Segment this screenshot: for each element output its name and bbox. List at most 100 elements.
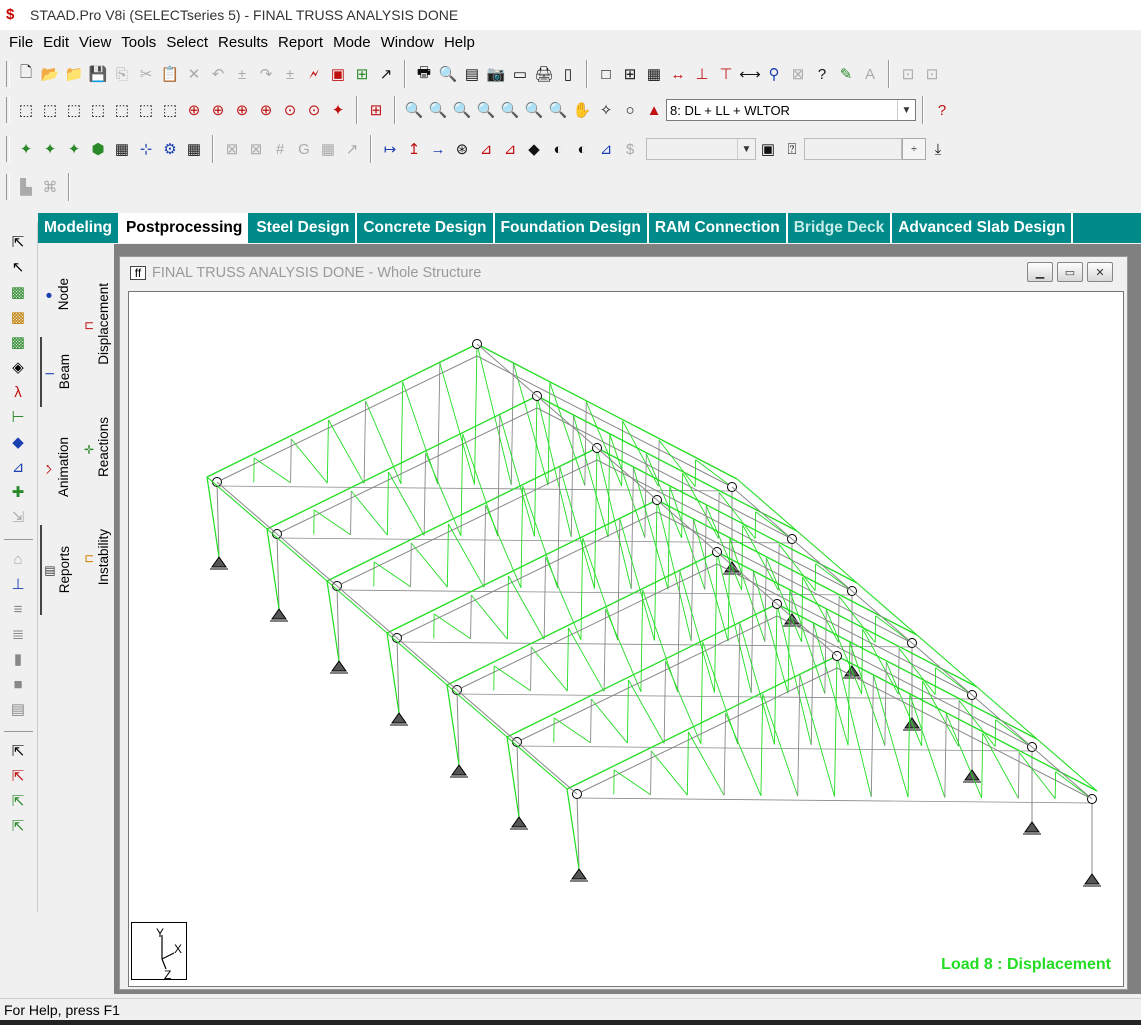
disabled-tool-icon-1[interactable]: ⊠ bbox=[221, 138, 243, 160]
grayed-tool-icon-3[interactable]: ≣ bbox=[7, 623, 29, 645]
output-file-icon[interactable]: ▣ bbox=[327, 63, 349, 85]
save-icon[interactable]: 💾 bbox=[87, 63, 109, 85]
toolbar-grip[interactable] bbox=[6, 97, 10, 123]
print-current-view-icon[interactable]: ▤ bbox=[461, 63, 483, 85]
side-tab-reactions[interactable]: ✛ Reactions bbox=[80, 397, 112, 497]
tab-ram-connection[interactable]: RAM Connection bbox=[649, 213, 788, 243]
spin-right-icon[interactable]: ⊙ bbox=[303, 99, 325, 121]
results-tool-icon-5[interactable]: ▦ bbox=[111, 138, 133, 160]
results-tool-icon-3[interactable]: ✦ bbox=[63, 138, 85, 160]
menu-edit[interactable]: Edit bbox=[38, 34, 74, 51]
node-results-icon[interactable]: ◆ bbox=[7, 431, 29, 453]
query-icon[interactable]: ⚲ bbox=[763, 63, 785, 85]
side-tab-reports[interactable]: ▤ Reports bbox=[40, 525, 72, 615]
view-left-icon[interactable]: ⬚ bbox=[63, 99, 85, 121]
results-tool-icon-1[interactable]: ✦ bbox=[15, 138, 37, 160]
redo-icon[interactable]: ↷ bbox=[255, 63, 277, 85]
disabled-tool-icon-4[interactable]: G bbox=[293, 138, 315, 160]
delete-icon[interactable]: ✕ bbox=[183, 63, 205, 85]
nodes-cursor-icon[interactable]: ⇱ bbox=[7, 231, 29, 253]
grayed-tool-icon-6[interactable]: ▤ bbox=[7, 698, 29, 720]
magnify-icon[interactable]: ✧ bbox=[595, 99, 617, 121]
scale-input[interactable] bbox=[804, 138, 902, 160]
menu-help[interactable]: Help bbox=[439, 34, 480, 51]
structure-viewport[interactable]: Y X Z Load 8 : Displacement bbox=[128, 291, 1124, 987]
side-tab-displacement[interactable]: ⊓ Displacement bbox=[80, 259, 112, 389]
disabled-cursor-icon[interactable]: ⇲ bbox=[7, 506, 29, 528]
cut-icon[interactable]: ✂ bbox=[135, 63, 157, 85]
zoom-all-icon[interactable]: 🔍 bbox=[547, 99, 569, 121]
extra-icon-1[interactable]: ▙ bbox=[15, 176, 37, 198]
view-bottom-icon[interactable]: ⬚ bbox=[135, 99, 157, 121]
results-tool-icon-8[interactable]: ▦ bbox=[183, 138, 205, 160]
moment-my-icon[interactable]: ⊿ bbox=[475, 138, 497, 160]
pointer-icon[interactable]: ↗ bbox=[375, 63, 397, 85]
rotate-up-icon[interactable]: ⊕ bbox=[183, 99, 205, 121]
tab-postprocessing[interactable]: Postprocessing bbox=[120, 213, 251, 243]
member-orientation-icon[interactable]: ⊤ bbox=[715, 63, 737, 85]
grayed-tool-icon-2[interactable]: ≡ bbox=[7, 598, 29, 620]
select-plates-icon[interactable]: ▩ bbox=[7, 306, 29, 328]
select-beams-icon[interactable]: ▩ bbox=[7, 281, 29, 303]
node-beam-label-icon[interactable]: ⊥ bbox=[691, 63, 713, 85]
label-tool-icon-2[interactable]: ⇱ bbox=[7, 765, 29, 787]
grayed-tool-icon-4[interactable]: ▮ bbox=[7, 648, 29, 670]
view-iso-icon[interactable]: ⬚ bbox=[159, 99, 181, 121]
tab-modeling[interactable]: Modeling bbox=[38, 213, 121, 243]
rotate-left-icon[interactable]: ⊕ bbox=[231, 99, 253, 121]
side-tab-node[interactable]: ● Node bbox=[40, 255, 72, 333]
tab-steel-design[interactable]: Steel Design bbox=[250, 213, 358, 243]
results-tool-icon-7[interactable]: ⚙ bbox=[159, 138, 181, 160]
beam-stress-icon[interactable]: ◆ bbox=[523, 138, 545, 160]
chevron-down-icon[interactable]: ▼ bbox=[737, 139, 755, 159]
tab-foundation-design[interactable]: Foundation Design bbox=[495, 213, 649, 243]
side-tab-instability[interactable]: ⊓ Instability bbox=[80, 507, 112, 607]
tab-advanced-slab-design[interactable]: Advanced Slab Design bbox=[892, 213, 1074, 243]
force-fy-icon[interactable]: ↥ bbox=[403, 138, 425, 160]
extra-icon-2[interactable]: ⌘ bbox=[39, 176, 61, 198]
view-top-icon[interactable]: ⬚ bbox=[111, 99, 133, 121]
close-button[interactable]: ✕ bbox=[1087, 262, 1113, 282]
magnify2-icon[interactable]: ○ bbox=[619, 99, 641, 121]
zoom-in-icon[interactable]: 🔍 bbox=[403, 99, 425, 121]
results-tool-icon-4[interactable]: ⬢ bbox=[87, 138, 109, 160]
structure-window-titlebar[interactable]: ff FINAL TRUSS ANALYSIS DONE - Whole Str… bbox=[120, 257, 1127, 289]
label-tool-icon-3[interactable]: ⇱ bbox=[7, 790, 29, 812]
menu-file[interactable]: File bbox=[4, 34, 38, 51]
menu-results[interactable]: Results bbox=[213, 34, 273, 51]
cross-section-icon[interactable]: ⊠ bbox=[787, 63, 809, 85]
help-query-icon[interactable]: ? bbox=[811, 63, 833, 85]
print-icon[interactable]: 🖶 bbox=[413, 63, 435, 85]
extra-tool-icon-1[interactable]: ⊡ bbox=[897, 63, 919, 85]
displacement-icon[interactable]: ⊿ bbox=[595, 138, 617, 160]
print-preview-icon[interactable]: ⎘ bbox=[111, 63, 133, 85]
side-tab-animation[interactable]: ☇ Animation bbox=[40, 417, 72, 517]
zoom-window-icon[interactable]: 🔍 bbox=[427, 99, 449, 121]
spin-left-icon[interactable]: ⊙ bbox=[279, 99, 301, 121]
toolbar-grip[interactable] bbox=[6, 174, 10, 200]
zoom-minus-icon[interactable]: 🔍 bbox=[475, 99, 497, 121]
dimension-icon[interactable]: ↔ bbox=[667, 63, 689, 85]
grayed-tool-icon-5[interactable]: ■ bbox=[7, 673, 29, 695]
scale-icon[interactable]: ▣ bbox=[757, 138, 779, 160]
disabled-tool-icon-2[interactable]: ⊠ bbox=[245, 138, 267, 160]
view-right-icon[interactable]: ⬚ bbox=[87, 99, 109, 121]
structure-wizard-icon[interactable]: ⊞ bbox=[351, 63, 373, 85]
open-file-icon[interactable]: 📂 bbox=[39, 63, 61, 85]
menu-view[interactable]: View bbox=[74, 34, 116, 51]
grayed-tool-icon-1[interactable]: ⌂ bbox=[7, 548, 29, 570]
3d-view-icon[interactable]: ✦ bbox=[327, 99, 349, 121]
maximize-button[interactable]: ▭ bbox=[1057, 262, 1083, 282]
zoom-previous-icon[interactable]: 🔍 bbox=[523, 99, 545, 121]
label-tool-icon-1[interactable]: ⇱ bbox=[7, 740, 29, 762]
force-fz-icon[interactable]: → bbox=[427, 138, 449, 160]
results-tool-icon-6[interactable]: ⊹ bbox=[135, 138, 157, 160]
rotate-down-icon[interactable]: ⊕ bbox=[207, 99, 229, 121]
zoom-dynamic-icon[interactable]: 🔍 bbox=[499, 99, 521, 121]
moment-mz-icon[interactable]: ⊿ bbox=[499, 138, 521, 160]
run-analysis-icon[interactable]: 🗲 bbox=[303, 63, 325, 85]
tab-concrete-design[interactable]: Concrete Design bbox=[357, 213, 495, 243]
pan-icon[interactable]: ✋ bbox=[571, 99, 593, 121]
select-geometry-icon[interactable]: λ bbox=[7, 381, 29, 403]
open-recent-icon[interactable]: 📁 bbox=[63, 63, 85, 85]
